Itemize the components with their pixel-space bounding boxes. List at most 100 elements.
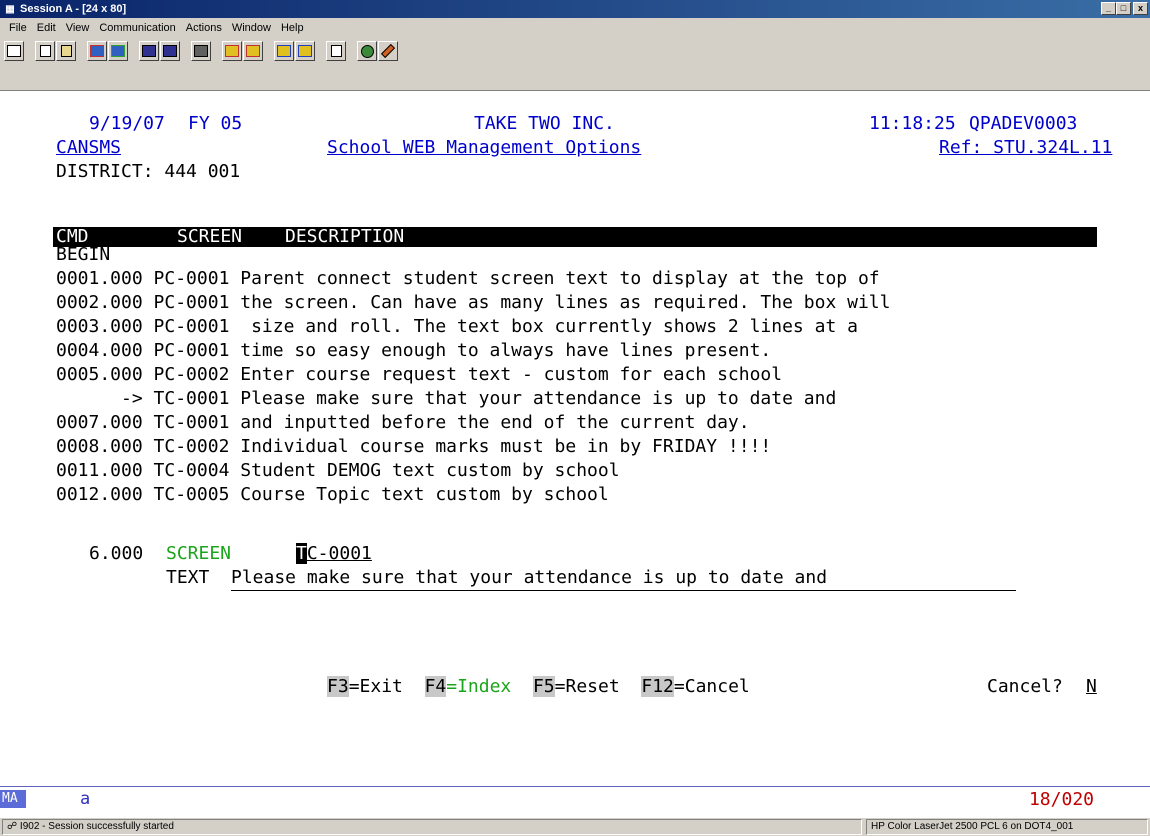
cancel-input[interactable]: N [1086, 675, 1097, 699]
row-cmd: 0002.000 [56, 292, 143, 313]
status-message: I902 - Session successfully started [19, 821, 174, 832]
play-macro-icon[interactable] [274, 41, 294, 61]
mode-indicator: MA [0, 790, 26, 808]
row-description: Individual course marks must be in by FR… [240, 436, 772, 457]
row-screen: TC-0001 [153, 412, 230, 433]
row-cmd: 0004.000 [56, 340, 143, 361]
row-screen: PC-0001 [153, 316, 230, 337]
row-cmd: 0005.000 [56, 364, 143, 385]
row-description: time so easy enough to always have lines… [240, 340, 772, 361]
column-header-screen: SCREEN [177, 226, 243, 247]
list-row[interactable]: 0003.000 PC-0001 size and roll. The text… [56, 315, 858, 339]
window-controls: _ □ x [1101, 2, 1148, 15]
close-button[interactable]: x [1133, 2, 1148, 15]
keypad-icon[interactable] [191, 41, 211, 61]
row-description: Student DEMOG text custom by school [240, 460, 620, 481]
row-screen: PC-0001 [153, 268, 230, 289]
list-row[interactable]: 0002.000 PC-0001 the screen. Can have as… [56, 291, 890, 315]
window-title: Session A - [24 x 80] [20, 3, 127, 15]
display-setup-icon[interactable] [139, 41, 159, 61]
f3-exit-key[interactable]: F3=Exit [327, 676, 403, 697]
reference-code: Ref: STU.324L.11 [939, 137, 1113, 158]
menu-window[interactable]: Window [227, 22, 276, 34]
row-description: the screen. Can have as many lines as re… [240, 292, 891, 313]
cursor-position: 18/020 [1028, 789, 1094, 810]
row-description: Please make sure that your attendance is… [240, 388, 837, 409]
menu-file[interactable]: File [4, 22, 32, 34]
menu-view[interactable]: View [61, 22, 95, 34]
keyboard-map-icon[interactable] [160, 41, 180, 61]
receive-icon[interactable] [108, 41, 128, 61]
screen-input[interactable]: TC-0001 [296, 542, 372, 566]
f12-cancel-key[interactable]: F12=Cancel [641, 676, 750, 697]
macro-list-icon[interactable] [295, 41, 315, 61]
row-screen: TC-0005 [153, 484, 230, 505]
list-row[interactable]: 0005.000 PC-0002 Enter course request te… [56, 363, 782, 387]
stop-macro-icon[interactable] [243, 41, 263, 61]
row-screen: PC-0002 [153, 364, 230, 385]
row-screen: TC-0002 [153, 436, 230, 457]
program-name: CANSMS [56, 137, 122, 158]
app-icon[interactable]: ▦ [3, 2, 17, 16]
edit-pencil-icon[interactable] [378, 41, 398, 61]
text-field-label: TEXT [166, 567, 210, 588]
menu-help[interactable]: Help [276, 22, 309, 34]
header-date: 9/19/07 [89, 113, 165, 134]
paste-icon[interactable] [56, 41, 76, 61]
column-header-description: DESCRIPTION [285, 226, 405, 247]
row-description: Course Topic text custom by school [240, 484, 609, 505]
text-input[interactable]: Please make sure that your attendance is… [231, 566, 1016, 591]
list-row[interactable]: 0008.000 TC-0002 Individual course marks… [56, 435, 771, 459]
row-cmd: 0012.000 [56, 484, 143, 505]
row-screen: TC-0004 [153, 460, 230, 481]
row-description: and inputted before the end of the curre… [240, 412, 750, 433]
status-bar: ☍ I902 - Session successfully started HP… [0, 818, 1150, 836]
minimize-button[interactable]: _ [1101, 2, 1116, 15]
list-row[interactable]: 0007.000 TC-0001 and inputted before the… [56, 411, 750, 435]
title-bar: ▦ Session A - [24 x 80] _ □ x [0, 0, 1150, 18]
print-screen-icon[interactable] [4, 41, 24, 61]
f5-reset-key[interactable]: F5=Reset [532, 676, 620, 697]
clipboard-icon[interactable] [326, 41, 346, 61]
list-row[interactable]: 0011.000 TC-0004 Student DEMOG text cust… [56, 459, 620, 483]
printer-panel: HP Color LaserJet 2500 PCL 6 on DOT4_001 [866, 819, 1148, 835]
row-screen: PC-0001 [153, 340, 230, 361]
globe-icon[interactable] [357, 41, 377, 61]
header-time: 11:18:25 [869, 113, 956, 134]
row-cmd: 0008.000 [56, 436, 143, 457]
toolbar [0, 37, 1150, 91]
row-description: Enter course request text - custom for e… [240, 364, 783, 385]
row-cmd: 0007.000 [56, 412, 143, 433]
function-key-bar: F3=Exit F4=Index F5=Reset F12=Cancel [327, 675, 750, 699]
row-cmd-pointer: -> [56, 388, 143, 409]
cursor: T [296, 543, 307, 564]
input-indicator: a [80, 789, 91, 809]
menu-communication[interactable]: Communication [94, 22, 180, 34]
copy-icon[interactable] [35, 41, 55, 61]
list-row-selected[interactable]: -> TC-0001 Please make sure that your at… [56, 387, 836, 411]
header-company: TAKE TWO INC. [474, 113, 615, 134]
menu-edit[interactable]: Edit [32, 22, 61, 34]
operator-info-area: MA a 18/020 [0, 786, 1150, 816]
row-cmd: 0001.000 [56, 268, 143, 289]
send-icon[interactable] [87, 41, 107, 61]
list-begin-marker: BEGIN [56, 244, 111, 265]
maximize-button[interactable]: □ [1116, 2, 1131, 15]
f4-index-key[interactable]: F4=Index [424, 676, 511, 697]
district-label: DISTRICT: 444 001 [56, 161, 241, 182]
list-row[interactable]: 0001.000 PC-0001 Parent connect student … [56, 267, 880, 291]
record-macro-icon[interactable] [222, 41, 242, 61]
list-row[interactable]: 0004.000 PC-0001 time so easy enough to … [56, 339, 771, 363]
printer-name: HP Color LaserJet 2500 PCL 6 on DOT4_001 [871, 821, 1074, 832]
connection-icon: ☍ [7, 821, 18, 832]
list-row[interactable]: 0012.000 TC-0005 Course Topic text custo… [56, 483, 609, 507]
row-description: Parent connect student screen text to di… [240, 268, 880, 289]
menu-actions[interactable]: Actions [181, 22, 227, 34]
menu-bar: File Edit View Communication Actions Win… [0, 18, 1150, 37]
screen-input-value: C-0001 [306, 543, 372, 564]
row-description: size and roll. The text box currently sh… [240, 316, 858, 337]
terminal-screen[interactable]: 9/19/07 FY 05 TAKE TWO INC. 11:18:25 QPA… [0, 91, 1150, 781]
screen-title: School WEB Management Options [327, 137, 642, 158]
row-screen: PC-0001 [153, 292, 230, 313]
status-message-panel: ☍ I902 - Session successfully started [2, 819, 862, 835]
